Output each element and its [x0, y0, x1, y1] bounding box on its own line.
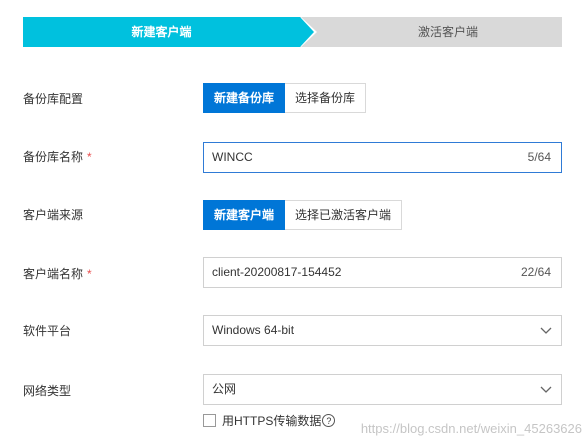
client-name-value: client-20200817-154452 [212, 265, 342, 279]
repo-name-value: WINCC [212, 150, 253, 164]
client-name-input[interactable]: client-20200817-154452 22/64 [203, 257, 562, 288]
platform-label: 软件平台 [23, 324, 72, 338]
https-label: 用HTTPS传输数据 [222, 414, 322, 428]
repo-name-counter: 5/64 [527, 150, 551, 164]
select-repo-button[interactable]: 选择备份库 [285, 83, 367, 113]
required-mark: * [87, 150, 92, 164]
network-label: 网络类型 [23, 384, 72, 398]
repo-config-toggle: 新建备份库 选择备份库 [203, 83, 367, 113]
help-icon[interactable]: ? [322, 414, 336, 427]
client-source-label: 客户端来源 [23, 208, 84, 222]
client-source-toggle: 新建客户端 选择已激活客户端 [203, 200, 403, 230]
required-mark: * [87, 267, 92, 281]
client-name-label-text: 客户端名称 [23, 267, 84, 281]
step-activate-client-label: 激活客户端 [417, 25, 478, 39]
platform-select[interactable]: Windows 64-bit [203, 315, 562, 346]
repo-name-label-text: 备份库名称 [23, 150, 84, 164]
new-repo-button[interactable]: 新建备份库 [203, 83, 286, 113]
https-checkbox[interactable] [203, 414, 216, 427]
repo-config-label: 备份库配置 [23, 92, 84, 106]
step-create-client: 新建客户端 [23, 17, 300, 47]
client-name-counter: 22/64 [520, 265, 551, 279]
watermark: https://blog.csdn.net/weixin_45263626 [360, 421, 582, 436]
step-indicator: 新建客户端 激活客户端 [23, 17, 562, 47]
select-activated-client-button[interactable]: 选择已激活客户端 [285, 200, 403, 230]
network-select[interactable]: 公网 [203, 374, 562, 405]
platform-value: Windows 64-bit [212, 323, 295, 337]
repo-name-label: 备份库名称 * [23, 148, 92, 165]
step-activate-client: 激活客户端 [300, 17, 562, 47]
repo-name-input[interactable]: WINCC 5/64 [203, 142, 562, 173]
step-arrow [300, 17, 314, 47]
https-option: 用HTTPS传输数据 ? [203, 412, 336, 429]
network-value: 公网 [212, 382, 237, 396]
client-name-label: 客户端名称 * [23, 265, 92, 282]
chevron-down-icon [540, 386, 552, 393]
new-client-button[interactable]: 新建客户端 [203, 200, 286, 230]
chevron-down-icon [540, 327, 552, 334]
